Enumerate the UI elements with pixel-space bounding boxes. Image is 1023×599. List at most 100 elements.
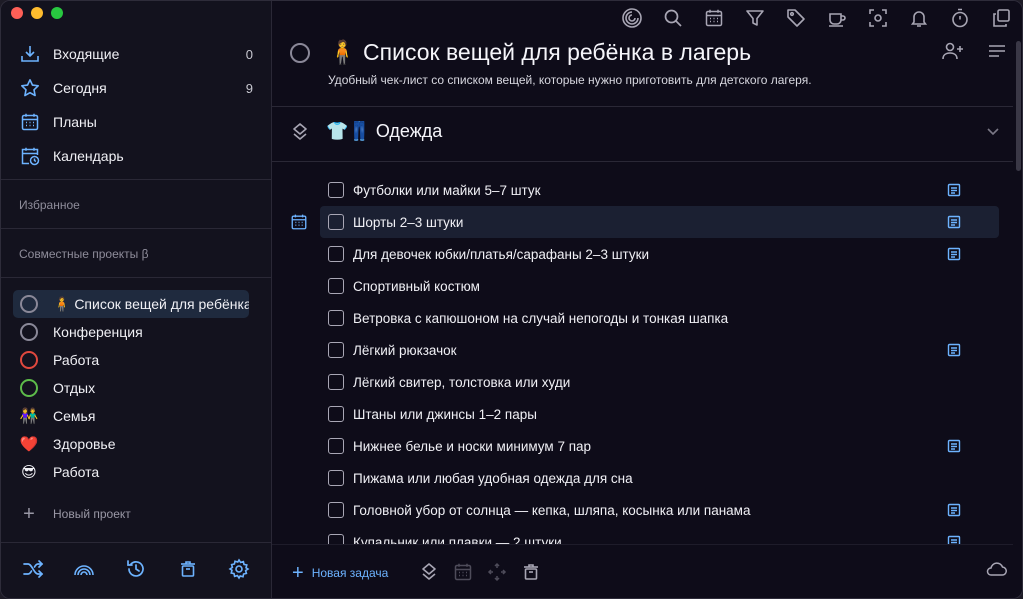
chevron-down-icon[interactable] [986, 123, 1000, 141]
new-task-button[interactable]: + Новая задача [292, 562, 389, 584]
scrollbar[interactable] [1016, 41, 1021, 171]
task-title: Шорты 2–3 штуки [353, 214, 464, 230]
shuffle-icon[interactable] [20, 556, 46, 582]
layers-icon[interactable] [418, 561, 440, 583]
project-label: Здоровье [53, 436, 116, 452]
sidebar-divider [1, 228, 271, 229]
project-item-camp-list[interactable]: 🧍 Список вещей для ребёнка в лагерь [13, 290, 249, 318]
project-label: Конференция [53, 324, 143, 340]
trash-icon[interactable] [175, 556, 201, 582]
task-row[interactable]: Спортивный костюм [320, 270, 999, 302]
cloud-sync-icon[interactable] [985, 561, 1007, 582]
project-description[interactable]: Удобный чек-лист со списком вещей, котор… [328, 73, 812, 87]
header-divider [272, 106, 1013, 107]
sidebar-divider [1, 277, 271, 278]
task-checkbox[interactable] [328, 246, 344, 262]
project-list: 🧍 Список вещей для ребёнка в лагерь Конф… [13, 290, 249, 486]
task-row[interactable]: Ветровка с капюшоном на случай непогоды … [320, 302, 999, 334]
task-checkbox[interactable] [328, 406, 344, 422]
plus-icon: + [23, 503, 35, 525]
new-task-label: Новая задача [311, 566, 389, 580]
project-title-row: 🧍 Список вещей для ребёнка в лагерь [290, 39, 751, 66]
sidebar-item-count: 9 [245, 80, 253, 96]
task-title: Штаны или джинсы 1–2 пары [353, 406, 537, 422]
task-checkbox[interactable] [328, 438, 344, 454]
task-row[interactable]: Нижнее белье и носки минимум 7 пар [320, 430, 999, 462]
bell-icon[interactable] [907, 6, 931, 30]
rainbow-icon[interactable] [71, 556, 97, 582]
add-user-icon[interactable] [941, 41, 965, 66]
top-toolbar [620, 6, 1013, 30]
family-emoji-icon: 👫 [19, 407, 39, 425]
gear-icon[interactable] [226, 556, 252, 582]
task-list: Футболки или майки 5–7 штук Шорты 2–3 шту… [291, 174, 999, 558]
sidebar-item-calendar[interactable]: Календарь [1, 139, 271, 173]
close-window-button[interactable] [11, 7, 23, 19]
task-title: Пижама или любая удобная одежда для сна [353, 470, 633, 486]
menu-lines-icon[interactable] [987, 41, 1007, 66]
project-item-work[interactable]: Работа [13, 346, 249, 374]
task-row[interactable]: Головной убор от солнца — кепка, шляпа, … [320, 494, 999, 526]
search-icon[interactable] [661, 6, 685, 30]
window-controls [11, 7, 63, 19]
plus-icon: + [292, 562, 304, 584]
task-row[interactable]: Лёгкий свитер, толстовка или худи [320, 366, 999, 398]
zoom-window-button[interactable] [51, 7, 63, 19]
shared-projects-section-label[interactable]: Совместные проекты β [19, 247, 149, 261]
timer-icon[interactable] [948, 6, 972, 30]
project-item-health[interactable]: ❤️ Здоровье [13, 430, 249, 458]
sidebar-item-plans[interactable]: Планы [1, 105, 271, 139]
project-complete-circle[interactable] [290, 42, 310, 63]
new-project-button[interactable]: + Новый проект [19, 504, 131, 524]
project-circle-icon [19, 322, 39, 342]
focus-spiral-icon[interactable] [620, 6, 644, 30]
coffee-cup-icon[interactable] [825, 6, 849, 30]
sidebar-divider [1, 542, 271, 543]
calendar-icon[interactable] [452, 561, 474, 583]
minimize-window-button[interactable] [31, 7, 43, 19]
task-checkbox[interactable] [328, 310, 344, 326]
task-row[interactable]: Для девочек юбки/платья/сарафаны 2–3 шту… [320, 238, 999, 270]
note-icon [946, 182, 962, 198]
project-item-conference[interactable]: Конференция [13, 318, 249, 346]
project-title[interactable]: 🧍 Список вещей для ребёнка в лагерь [328, 39, 751, 66]
task-checkbox[interactable] [328, 214, 344, 230]
task-checkbox[interactable] [328, 470, 344, 486]
sidebar-item-label: Планы [53, 114, 97, 130]
task-row[interactable]: Шорты 2–3 штуки [291, 206, 999, 238]
calendar-icon[interactable] [702, 6, 726, 30]
schedule-calendar-icon[interactable] [290, 213, 308, 231]
sidebar-item-today[interactable]: Сегодня 9 [1, 71, 271, 105]
copy-icon[interactable] [989, 6, 1013, 30]
filter-icon[interactable] [743, 6, 767, 30]
project-item-family[interactable]: 👫 Семья [13, 402, 249, 430]
project-circle-icon [19, 350, 39, 370]
trash-icon[interactable] [520, 561, 542, 583]
task-checkbox[interactable] [328, 278, 344, 294]
project-item-rest[interactable]: Отдых [13, 374, 249, 402]
task-row[interactable]: Футболки или майки 5–7 штук [320, 174, 999, 206]
note-icon [946, 342, 962, 358]
task-checkbox[interactable] [328, 502, 344, 518]
calendar-clock-icon [19, 145, 41, 167]
history-icon[interactable] [123, 556, 149, 582]
task-checkbox[interactable] [328, 374, 344, 390]
move-arrows-icon[interactable] [486, 561, 508, 583]
tag-icon[interactable] [784, 6, 808, 30]
task-title: Лёгкий рюкзачок [353, 342, 457, 358]
star-icon [19, 77, 41, 99]
project-item-work-2[interactable]: 😎 Работа [13, 458, 249, 486]
task-checkbox[interactable] [328, 342, 344, 358]
focus-frame-icon[interactable] [866, 6, 890, 30]
favorites-section-label[interactable]: Избранное [19, 198, 80, 212]
task-row[interactable]: Штаны или джинсы 1–2 пары [320, 398, 999, 430]
task-title: Нижнее белье и носки минимум 7 пар [353, 438, 592, 454]
task-title: Для девочек юбки/платья/сарафаны 2–3 шту… [353, 246, 650, 262]
task-row[interactable]: Пижама или любая удобная одежда для сна [320, 462, 999, 494]
section-heading-row[interactable]: 👕👖 Одежда [290, 121, 1000, 142]
task-checkbox[interactable] [328, 182, 344, 198]
sidebar-item-inbox[interactable]: Входящие 0 [1, 37, 271, 71]
sidebar-divider [1, 179, 271, 180]
project-label: Работа [53, 352, 100, 368]
task-row[interactable]: Лёгкий рюкзачок [320, 334, 999, 366]
